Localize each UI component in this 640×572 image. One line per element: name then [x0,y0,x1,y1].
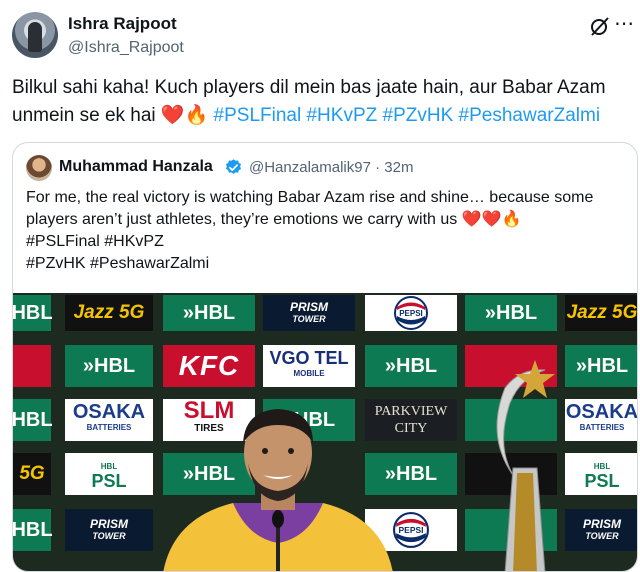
sponsor-prism: PRISM TOWER [263,295,355,331]
prism-top: PRISM [582,517,621,531]
grok-icon[interactable] [588,14,612,38]
vgo-top: VGO TEL [269,348,349,368]
prism-bottom: TOWER [585,531,619,541]
prism-bottom: TOWER [292,314,326,324]
quote-line-1: For me, the real victory is watching Bab… [26,189,594,206]
more-icon[interactable]: ⋯ [612,14,636,38]
sponsor-hbl-label: HBL [194,301,236,324]
osaka-bottom: BATTERIES [86,423,132,432]
sponsor-hbl-label: HBL [396,354,438,377]
quote-author-handle[interactable]: @Hanzalamalik97 · 32m [249,159,413,176]
quote-avatar[interactable] [26,155,52,181]
sponsor-jazz: Jazz 5G [565,295,637,331]
sponsor-osaka: OSAKA BATTERIES [565,399,638,441]
prism-top: PRISM [289,300,328,314]
emoji-heart-fire: ❤️🔥 [160,105,209,126]
tweet-line-2: unmein se ek hai ❤️🔥 #PSLFinal #HKvPZ #P… [12,102,628,130]
sponsor-kfc: KFC [163,345,255,387]
hashtag-pslfinal[interactable]: #PSLFinal [214,105,302,126]
psl-bottom: PSL [584,471,620,491]
sponsor-pepsi: PEPSI [365,295,457,331]
sponsor-hbl-label: HBL [396,462,438,485]
quoted-tweet-card[interactable]: Muhammad Hanzala @Hanzalamalik97 · 32m F… [12,142,638,572]
sponsor-hbl: HBL [13,399,53,441]
quote-line-2: players aren’t just athletes, they’re em… [26,211,522,228]
quote-author-name[interactable]: Muhammad Hanzala [59,158,213,176]
osaka-bottom: BATTERIES [579,423,625,432]
author-name[interactable]: Ishra Rajpoot [68,14,177,34]
hashtag-pzvhk[interactable]: #PZvHK [383,105,454,126]
sponsor-hbl: » HBL [65,345,153,387]
osaka-top: OSAKA [72,401,146,423]
quote-line-4: #PZvHK #PeshawarZalmi [26,255,210,272]
sponsor-prism: PRISM TOWER [65,509,153,551]
sponsor-hbl: » HBL [465,295,557,331]
trophy-image [496,360,555,571]
sponsor-hbl: » HBL [565,345,637,387]
author-avatar[interactable] [12,12,58,58]
sponsor-psl: HBL PSL [565,453,637,495]
sponsor-vgo: VGO TEL MOBILE [263,345,355,387]
psl-bottom: PSL [91,471,127,491]
sponsor-hbl: » HBL [163,295,255,331]
sponsor-jazz: 5G [13,453,51,495]
tweet-text: Bilkul sahi kaha! Kuch players dil mein … [12,74,628,130]
sponsor-osaka: OSAKA BATTERIES [65,399,153,441]
sponsor-hbl-label: HBL [94,354,136,377]
hashtag-peshawarzalmi[interactable]: #PeshawarZalmi [459,105,601,126]
sponsor-hbl: » HBL [365,345,457,387]
sponsor-hbl-label: HBL [496,301,538,324]
vgo-bottom: MOBILE [293,369,325,378]
quote-text: For me, the real victory is watching Bab… [26,187,626,275]
sponsor-prism: PRISM TOWER [565,509,637,551]
prism-top: PRISM [89,517,128,531]
sponsor-hbl: HBL [13,509,53,551]
sponsor-red-panel [13,345,51,387]
tweet-line-2-text: unmein se ek hai [12,105,161,126]
media-photo[interactable]: HBL Jazz 5G » HBL PRISM TOWER PEPSI » HBL… [13,293,638,571]
prism-bottom: TOWER [92,531,126,541]
park-bottom: CITY [394,421,428,436]
sponsor-psl: HBL PSL [65,453,153,495]
svg-text:PEPSI: PEPSI [399,525,424,535]
osaka-top: OSAKA [565,401,638,423]
hashtag-hkvpz[interactable]: #HKvPZ [306,105,377,126]
pepsi-logo-icon: PEPSI [394,296,428,330]
svg-text:PEPSI: PEPSI [399,309,423,318]
pepsi-logo-icon: PEPSI [393,512,429,548]
sponsor-hbl: HBL [13,295,53,331]
quote-line-3: #PSLFinal #HKvPZ [26,233,164,250]
sponsor-hbl-label: HBL [587,354,629,377]
tweet-line-1: Bilkul sahi kaha! Kuch players dil mein … [12,77,606,98]
verified-icon [225,159,242,174]
author-handle[interactable]: @Ishra_Rajpoot [68,39,184,57]
sponsor-jazz: Jazz 5G [65,295,153,331]
player-photo [163,409,393,571]
